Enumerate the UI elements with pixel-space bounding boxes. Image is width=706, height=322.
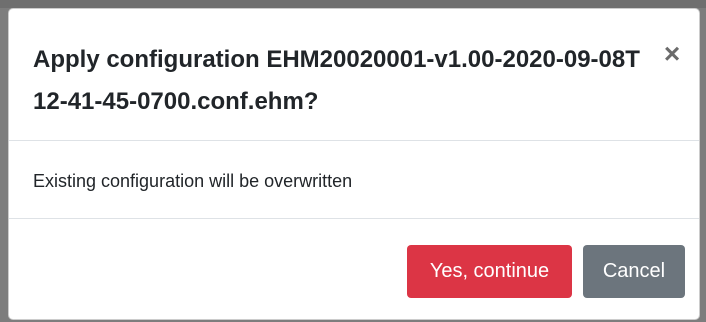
confirm-dialog: Apply configuration EHM20020001-v1.00-20… [8,8,700,320]
modal-backdrop [0,0,706,8]
dialog-footer: Yes, continue Cancel [9,219,699,319]
cancel-button[interactable]: Cancel [583,245,685,298]
dialog-title: Apply configuration EHM20020001-v1.00-20… [33,46,640,115]
dialog-message: Existing configuration will be overwritt… [33,171,353,191]
close-icon[interactable]: × [657,39,687,69]
confirm-button[interactable]: Yes, continue [407,245,572,298]
dialog-body: Existing configuration will be overwritt… [9,141,699,219]
dialog-header: Apply configuration EHM20020001-v1.00-20… [9,9,699,141]
